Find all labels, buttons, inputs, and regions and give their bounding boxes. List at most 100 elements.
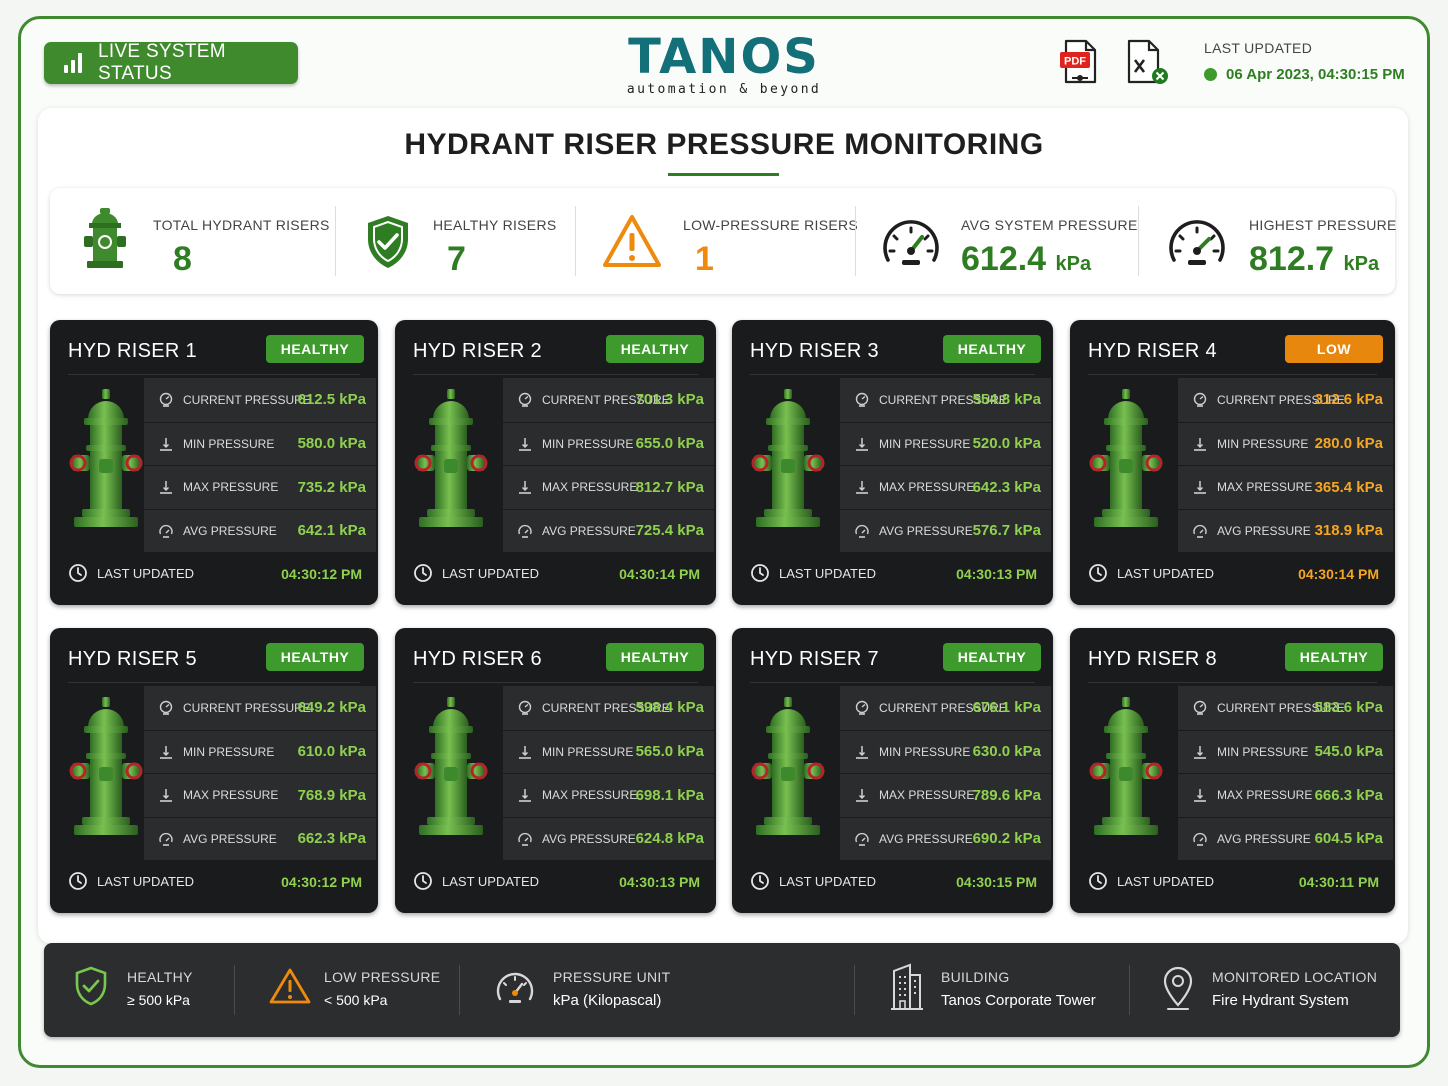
min-gauge-icon	[1194, 745, 1206, 759]
stat-healthy-value: 7	[447, 240, 466, 278]
riser-card[interactable]: HYD RISER 8 HEALTHY CURRENT PRESSURE 583.6 …	[1070, 628, 1395, 913]
last-updated-time: 04:30:13 PM	[956, 566, 1037, 582]
stat-avg-unit: kPa	[1055, 253, 1092, 275]
stat-total-risers: TOTAL HYDRANT RISERS 8	[50, 188, 335, 294]
hydrant-illustration	[751, 697, 825, 835]
max-gauge-icon	[1194, 481, 1206, 495]
metric-label: CURRENT PRESSURE	[183, 700, 311, 715]
legend-building-title: BUILDING	[941, 969, 1010, 985]
legend-unit-desc: kPa (Kilopascal)	[553, 992, 662, 1009]
metric-value: 580.0 kPa	[297, 435, 366, 453]
legend-unit-title: PRESSURE UNIT	[553, 969, 671, 985]
metric-value: 312.6 kPa	[1314, 391, 1383, 409]
avg-gauge-icon	[855, 832, 869, 846]
metric-row-min: MIN PRESSURE 580.0 kPa	[144, 421, 376, 466]
shield-check-icon	[75, 966, 107, 1006]
metric-row-current: CURRENT PRESSURE 649.2 kPa	[144, 686, 376, 730]
avg-gauge-icon	[518, 524, 532, 538]
clock-icon	[751, 872, 769, 890]
last-updated-label: LAST UPDATED	[1117, 565, 1215, 581]
metric-label: AVG PRESSURE	[183, 523, 277, 538]
legend-low-title: LOW PRESSURE	[324, 969, 441, 985]
metric-label: MAX PRESSURE	[1217, 480, 1313, 495]
metric-row-avg: AVG PRESSURE 624.8 kPa	[503, 816, 714, 861]
metric-label: AVG PRESSURE	[542, 523, 636, 538]
metric-label: CURRENT PRESSURE	[183, 392, 311, 407]
last-updated-label: LAST UPDATED	[779, 873, 877, 889]
metric-row-min: MIN PRESSURE 610.0 kPa	[144, 729, 376, 774]
riser-card[interactable]: HYD RISER 1 HEALTHY CURRENT PRESSURE 612.5 …	[50, 320, 378, 605]
riser-card[interactable]: HYD RISER 4 LOW CURRENT PRESSURE 312.6 kPa M…	[1070, 320, 1395, 605]
riser-name: HYD RISER 5	[68, 648, 197, 670]
card-footer: LAST UPDATED	[1088, 864, 1214, 898]
shield-check-icon	[368, 216, 408, 268]
metrics-table: CURRENT PRESSURE 701.3 kPa MIN PRESSURE 655…	[503, 378, 714, 552]
status-badge: HEALTHY	[1285, 643, 1383, 671]
riser-name: HYD RISER 1	[68, 340, 197, 362]
metric-label: MAX PRESSURE	[879, 480, 975, 495]
status-badge: HEALTHY	[943, 335, 1041, 363]
live-system-status-button[interactable]: LIVE SYSTEM STATUS	[44, 41, 298, 84]
metric-row-min: MIN PRESSURE 655.0 kPa	[503, 421, 714, 466]
metric-row-avg: AVG PRESSURE 604.5 kPa	[1178, 816, 1393, 861]
max-gauge-icon	[519, 481, 531, 495]
status-badge: HEALTHY	[266, 335, 364, 363]
hydrant-icon	[84, 208, 126, 268]
card-divider	[413, 374, 698, 375]
min-gauge-icon	[1194, 437, 1206, 451]
max-gauge-icon	[519, 789, 531, 803]
stat-avg-label: AVG SYSTEM PRESSURE	[961, 217, 1138, 233]
header-last-updated-label: LAST UPDATED	[1204, 40, 1313, 56]
tanos-logo: TANOS automation & beyond	[600, 29, 848, 97]
riser-name: HYD RISER 8	[1088, 648, 1217, 670]
location-pin-icon	[1163, 966, 1193, 1010]
last-updated-label: LAST UPDATED	[442, 565, 540, 581]
last-updated-time: 04:30:11 PM	[1298, 874, 1379, 890]
card-footer: LAST UPDATED	[413, 864, 539, 898]
metric-row-min: MIN PRESSURE 520.0 kPa	[840, 421, 1051, 466]
legend-healthy-title: HEALTHY	[127, 969, 193, 985]
metric-value: 583.6 kPa	[1314, 699, 1383, 717]
metric-value: 768.9 kPa	[297, 786, 366, 804]
metric-row-avg: AVG PRESSURE 318.9 kPa	[1178, 508, 1393, 553]
riser-card[interactable]: HYD RISER 2 HEALTHY CURRENT PRESSURE 701.3 …	[395, 320, 716, 605]
metric-label: MAX PRESSURE	[542, 480, 638, 495]
metric-row-current: CURRENT PRESSURE 312.6 kPa	[1178, 378, 1393, 422]
clock-icon	[414, 564, 432, 582]
min-gauge-icon	[160, 745, 172, 759]
metric-label: MIN PRESSURE	[183, 436, 275, 451]
metric-value: 280.0 kPa	[1314, 435, 1383, 453]
pdf-export-icon[interactable]: PDF	[1058, 38, 1102, 86]
metric-label: AVG PRESSURE	[1217, 831, 1311, 846]
min-gauge-icon	[160, 437, 172, 451]
metric-value: 789.6 kPa	[972, 786, 1041, 804]
excel-export-icon[interactable]	[1125, 38, 1169, 86]
metric-label: MIN PRESSURE	[542, 436, 634, 451]
metric-value: 598.4 kPa	[635, 699, 704, 717]
min-gauge-icon	[519, 437, 531, 451]
metric-label: AVG PRESSURE	[879, 831, 973, 846]
metric-value: 565.0 kPa	[635, 743, 704, 761]
metric-value: 612.5 kPa	[297, 391, 366, 409]
gauge-icon	[496, 972, 534, 1003]
min-gauge-icon	[519, 745, 531, 759]
riser-card[interactable]: HYD RISER 3 HEALTHY CURRENT PRESSURE 554.8 …	[732, 320, 1053, 605]
last-updated-time: 04:30:14 PM	[619, 566, 700, 582]
logo-wordmark: TANOS	[628, 29, 820, 85]
logo-tagline: automation & beyond	[626, 82, 822, 97]
metric-row-current: CURRENT PRESSURE 701.3 kPa	[503, 378, 714, 422]
hydrant-illustration	[1089, 697, 1163, 835]
metric-row-max: MAX PRESSURE 789.6 kPa	[840, 773, 1051, 817]
live-status-label: LIVE SYSTEM STATUS	[98, 41, 226, 84]
metric-value: 649.2 kPa	[297, 699, 366, 717]
signal-bars-icon	[64, 53, 82, 73]
metric-row-max: MAX PRESSURE 735.2 kPa	[144, 465, 376, 509]
riser-card[interactable]: HYD RISER 7 HEALTHY CURRENT PRESSURE 676.1 …	[732, 628, 1053, 913]
metric-label: MIN PRESSURE	[1217, 436, 1309, 451]
clock-icon	[1089, 564, 1107, 582]
metric-label: MIN PRESSURE	[183, 744, 275, 759]
metric-value: 690.2 kPa	[972, 830, 1041, 848]
status-badge: HEALTHY	[606, 335, 704, 363]
riser-card[interactable]: HYD RISER 5 HEALTHY CURRENT PRESSURE 649.2 …	[50, 628, 378, 913]
riser-card[interactable]: HYD RISER 6 HEALTHY CURRENT PRESSURE 598.4 …	[395, 628, 716, 913]
